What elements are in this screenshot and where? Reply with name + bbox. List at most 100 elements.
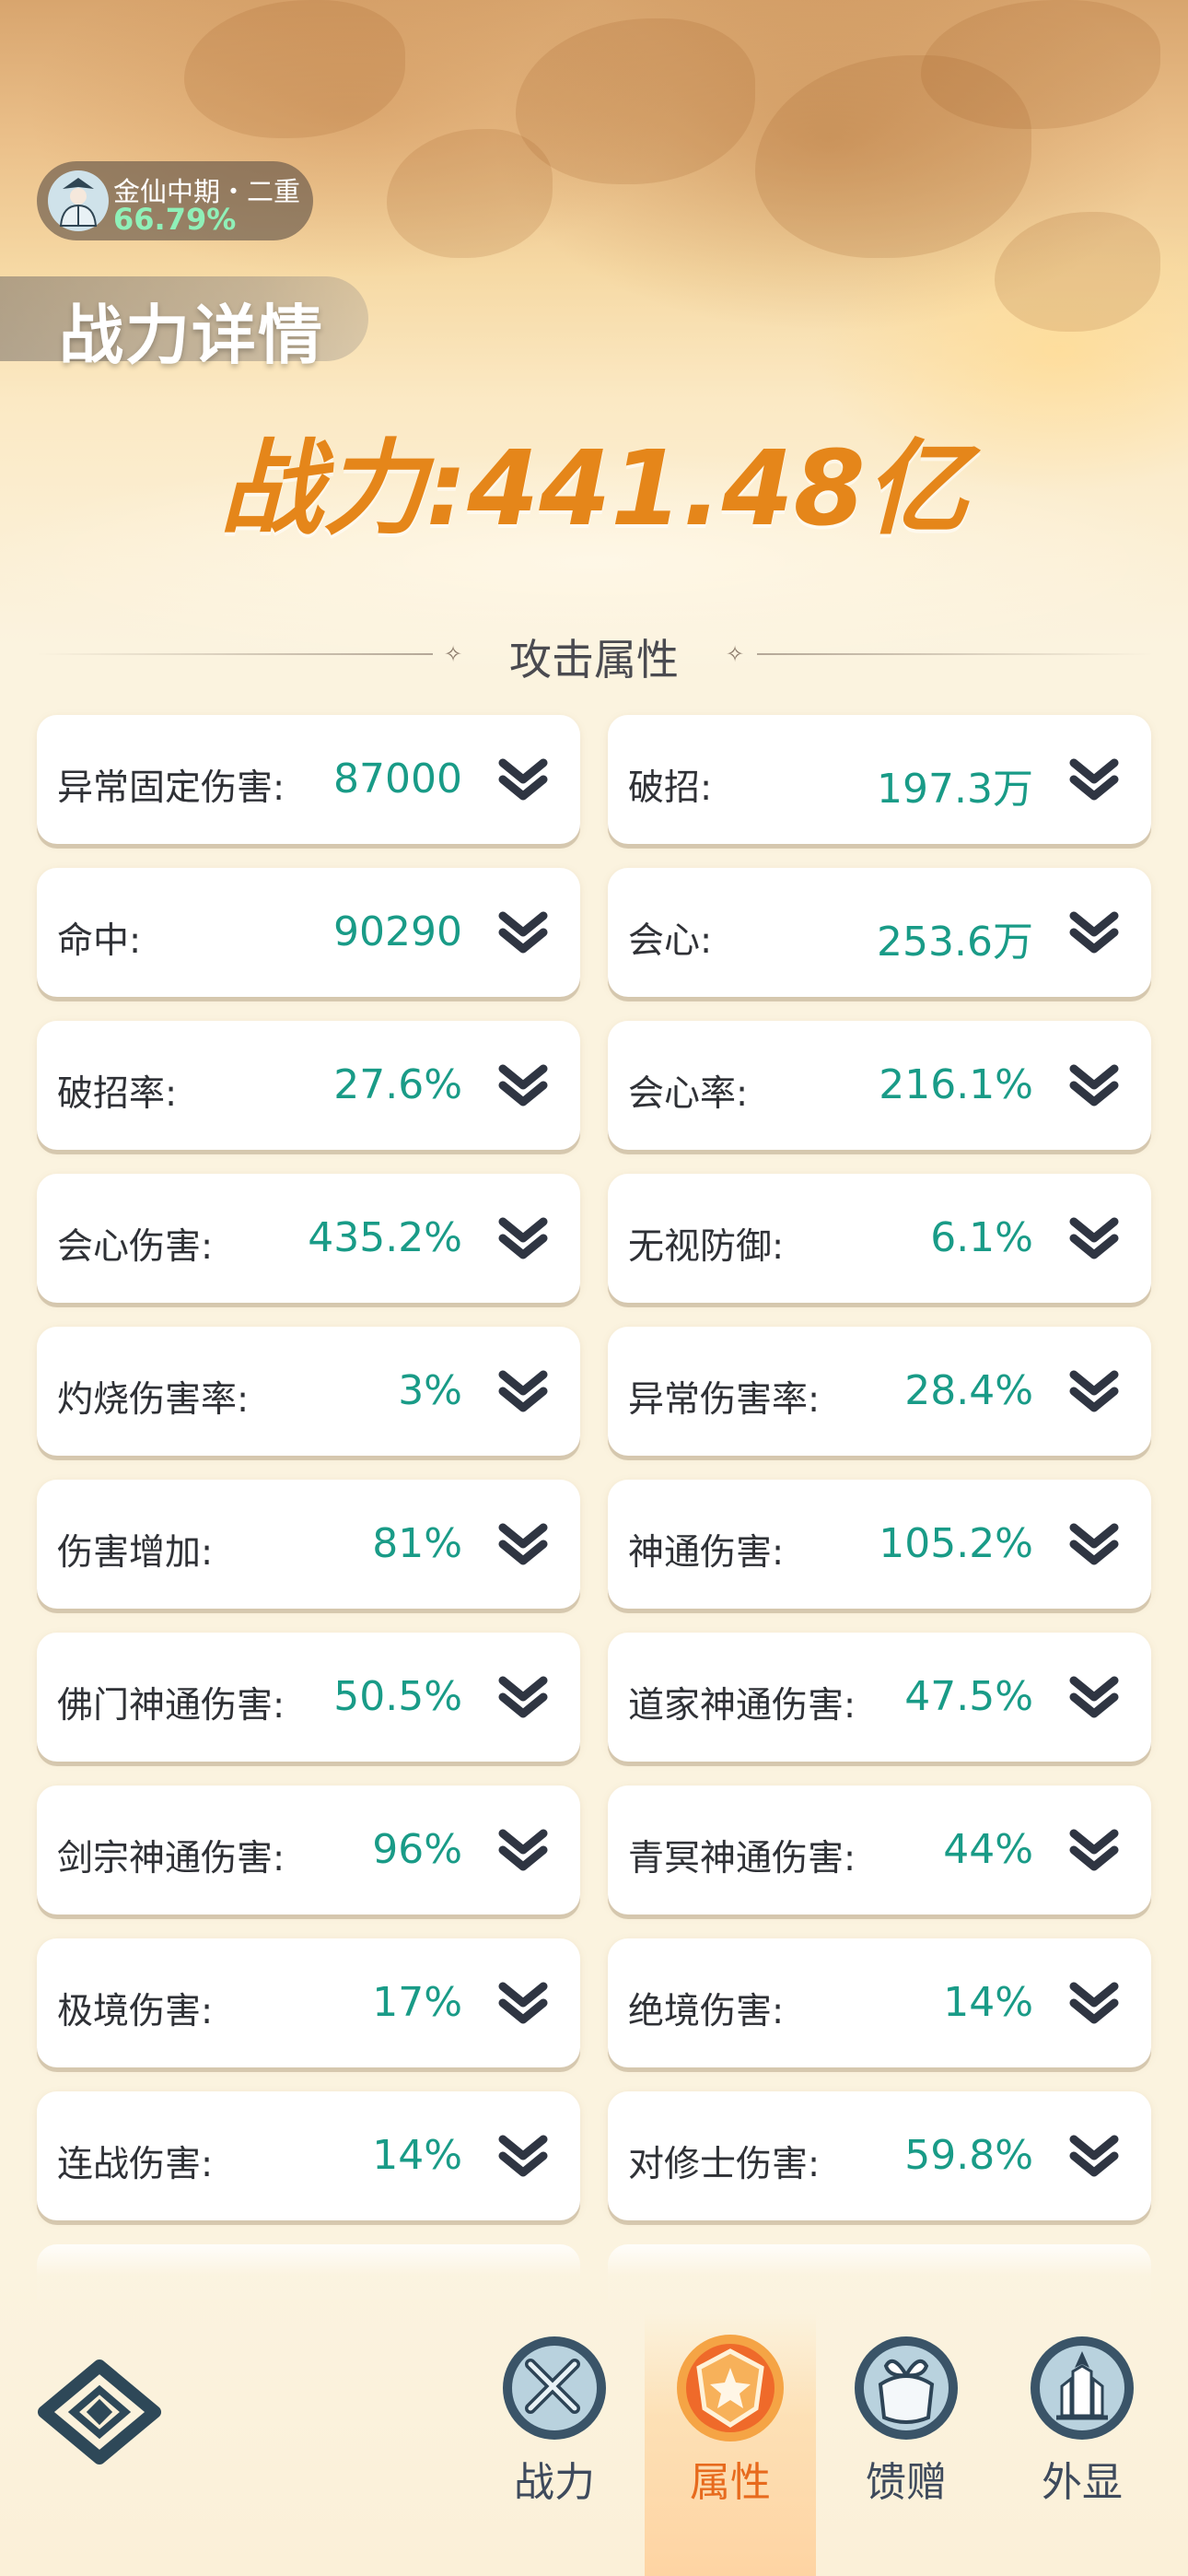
attribute-card[interactable]: 会心: 253.6万 <box>608 868 1151 997</box>
double-chevron-down-icon[interactable] <box>1068 1216 1120 1262</box>
attribute-label: 破招: <box>628 767 713 809</box>
attribute-label: 异常伤害率: <box>628 1379 821 1421</box>
double-chevron-down-icon[interactable] <box>497 1063 549 1109</box>
attribute-label: 连战伤害: <box>57 2144 214 2185</box>
attribute-card[interactable]: 灼烧伤害率: 3% <box>37 1327 580 1456</box>
attribute-label: 破招率: <box>57 1073 178 1115</box>
attribute-card[interactable]: 道家神通伤害: 47.5% <box>608 1633 1151 1762</box>
attribute-label: 无视防御: <box>628 1226 785 1268</box>
menu-logo-icon[interactable] <box>37 2359 162 2465</box>
section-title: 攻击属性 <box>509 635 679 685</box>
attribute-label: 绝境伤害: <box>628 1991 785 2032</box>
attribute-value: 6.1% <box>930 1214 1033 1261</box>
double-chevron-down-icon[interactable] <box>497 1828 549 1874</box>
swords-icon <box>503 2336 606 2440</box>
attribute-label: 会心率: <box>628 1073 749 1115</box>
double-chevron-down-icon[interactable] <box>497 1675 549 1721</box>
attribute-value: 87000 <box>333 755 462 802</box>
tab-appearance[interactable]: 外显 <box>1013 2331 1151 2515</box>
attribute-card[interactable]: 异常伤害率: 28.4% <box>608 1327 1151 1456</box>
attribute-value: 3% <box>398 1367 462 1414</box>
attribute-value: 105.2% <box>879 1520 1033 1567</box>
attribute-value: 50.5% <box>333 1673 462 1720</box>
attribute-label: 会心伤害: <box>57 1226 214 1268</box>
tab-label: 馈赠 <box>866 2459 947 2506</box>
attribute-card[interactable]: 连战伤害: 14% <box>37 2091 580 2220</box>
double-chevron-down-icon[interactable] <box>1068 910 1120 956</box>
cultivation-rank-badge[interactable]: 金仙中期・二重 66.79% <box>37 161 313 240</box>
double-chevron-down-icon[interactable] <box>497 1522 549 1568</box>
attribute-value: 14% <box>943 1979 1033 2026</box>
attribute-label: 极境伤害: <box>57 1991 214 2032</box>
tab-label: 属性 <box>690 2459 771 2506</box>
attribute-card[interactable]: 对修士伤害: 59.8% <box>608 2091 1151 2220</box>
double-chevron-down-icon[interactable] <box>497 757 549 803</box>
attribute-card[interactable]: 破招: 197.3万 <box>608 715 1151 844</box>
double-chevron-down-icon[interactable] <box>497 1981 549 2027</box>
attribute-label: 会心: <box>628 920 713 962</box>
attribute-value: 197.3万 <box>877 766 1033 813</box>
attribute-card[interactable]: 神通伤害: 105.2% <box>608 1480 1151 1609</box>
attribute-card[interactable]: 异常固定伤害: 87000 <box>37 715 580 844</box>
attribute-label: 伤害增加: <box>57 1532 214 1574</box>
attribute-value: 27.6% <box>333 1061 462 1108</box>
double-chevron-down-icon[interactable] <box>1068 757 1120 803</box>
attribute-value: 28.4% <box>904 1367 1033 1414</box>
page-title: 战力详情 <box>59 298 324 373</box>
attribute-label: 神通伤害: <box>628 1532 785 1574</box>
tab-combat-power[interactable]: 战力 <box>485 2331 623 2515</box>
attribute-value: 14% <box>372 2132 462 2179</box>
attribute-card[interactable]: 绝境伤害: 14% <box>608 1938 1151 2067</box>
attribute-card[interactable]: 破招率: 27.6% <box>37 1021 580 1150</box>
double-chevron-down-icon[interactable] <box>1068 1981 1120 2027</box>
attribute-label: 佛门神通伤害: <box>57 1685 285 1727</box>
combat-power: 战力:441.48亿 <box>0 405 1188 555</box>
double-chevron-down-icon[interactable] <box>497 1216 549 1262</box>
attribute-card[interactable]: 会心伤害: 435.2% <box>37 1174 580 1303</box>
attribute-card[interactable]: 极境伤害: 17% <box>37 1938 580 2067</box>
attribute-value: 216.1% <box>879 1061 1033 1108</box>
attribute-label: 剑宗神通伤害: <box>57 1838 285 1879</box>
attribute-card[interactable]: 伤害增加: 81% <box>37 1480 580 1609</box>
attribute-card[interactable]: 无视防御: 6.1% <box>608 1174 1151 1303</box>
attribute-card[interactable]: 会心率: 216.1% <box>608 1021 1151 1150</box>
double-chevron-down-icon[interactable] <box>497 1369 549 1415</box>
double-chevron-down-icon[interactable] <box>497 910 549 956</box>
rank-progress: 66.79% <box>113 202 237 237</box>
double-chevron-down-icon[interactable] <box>1068 1828 1120 1874</box>
double-chevron-down-icon[interactable] <box>1068 1675 1120 1721</box>
attribute-card[interactable]: 剑宗神通伤害: 96% <box>37 1786 580 1914</box>
attribute-value: 47.5% <box>904 1673 1033 1720</box>
castle-icon <box>1031 2336 1134 2440</box>
cultivator-avatar-icon <box>48 170 109 231</box>
combat-power-label: 战力: <box>219 429 468 549</box>
double-chevron-down-icon[interactable] <box>1068 1369 1120 1415</box>
double-chevron-down-icon[interactable] <box>497 2134 549 2180</box>
tab-attributes[interactable]: 属性 <box>661 2331 799 2515</box>
attribute-label: 青冥神通伤害: <box>628 1838 856 1879</box>
double-chevron-down-icon[interactable] <box>1068 2134 1120 2180</box>
attribute-value: 96% <box>372 1826 462 1873</box>
shield-star-icon <box>677 2335 784 2441</box>
attribute-value: 435.2% <box>308 1214 462 1261</box>
attribute-value: 59.8% <box>904 2132 1033 2179</box>
attribute-value: 253.6万 <box>877 919 1033 966</box>
attribute-card[interactable]: 青冥神通伤害: 44% <box>608 1786 1151 1914</box>
tab-label: 外显 <box>1042 2459 1123 2506</box>
attribute-card[interactable]: 命中: 90290 <box>37 868 580 997</box>
attribute-value: 90290 <box>333 908 462 955</box>
diamond-ornament-icon: ✧ <box>725 641 745 667</box>
attribute-value: 17% <box>372 1979 462 2026</box>
attribute-label: 命中: <box>57 920 142 962</box>
double-chevron-down-icon[interactable] <box>1068 1522 1120 1568</box>
attribute-card[interactable]: 佛门神通伤害: 50.5% <box>37 1633 580 1762</box>
double-chevron-down-icon[interactable] <box>1068 1063 1120 1109</box>
section-divider-right <box>757 653 1153 655</box>
attribute-label: 道家神通伤害: <box>628 1685 856 1727</box>
gift-icon <box>855 2336 958 2440</box>
tab-gifts[interactable]: 馈赠 <box>837 2331 975 2515</box>
combat-power-value: 441.48亿 <box>467 429 969 549</box>
attribute-label: 灼烧伤害率: <box>57 1379 250 1421</box>
attribute-value: 44% <box>943 1826 1033 1873</box>
attribute-label: 异常固定伤害: <box>57 767 285 809</box>
